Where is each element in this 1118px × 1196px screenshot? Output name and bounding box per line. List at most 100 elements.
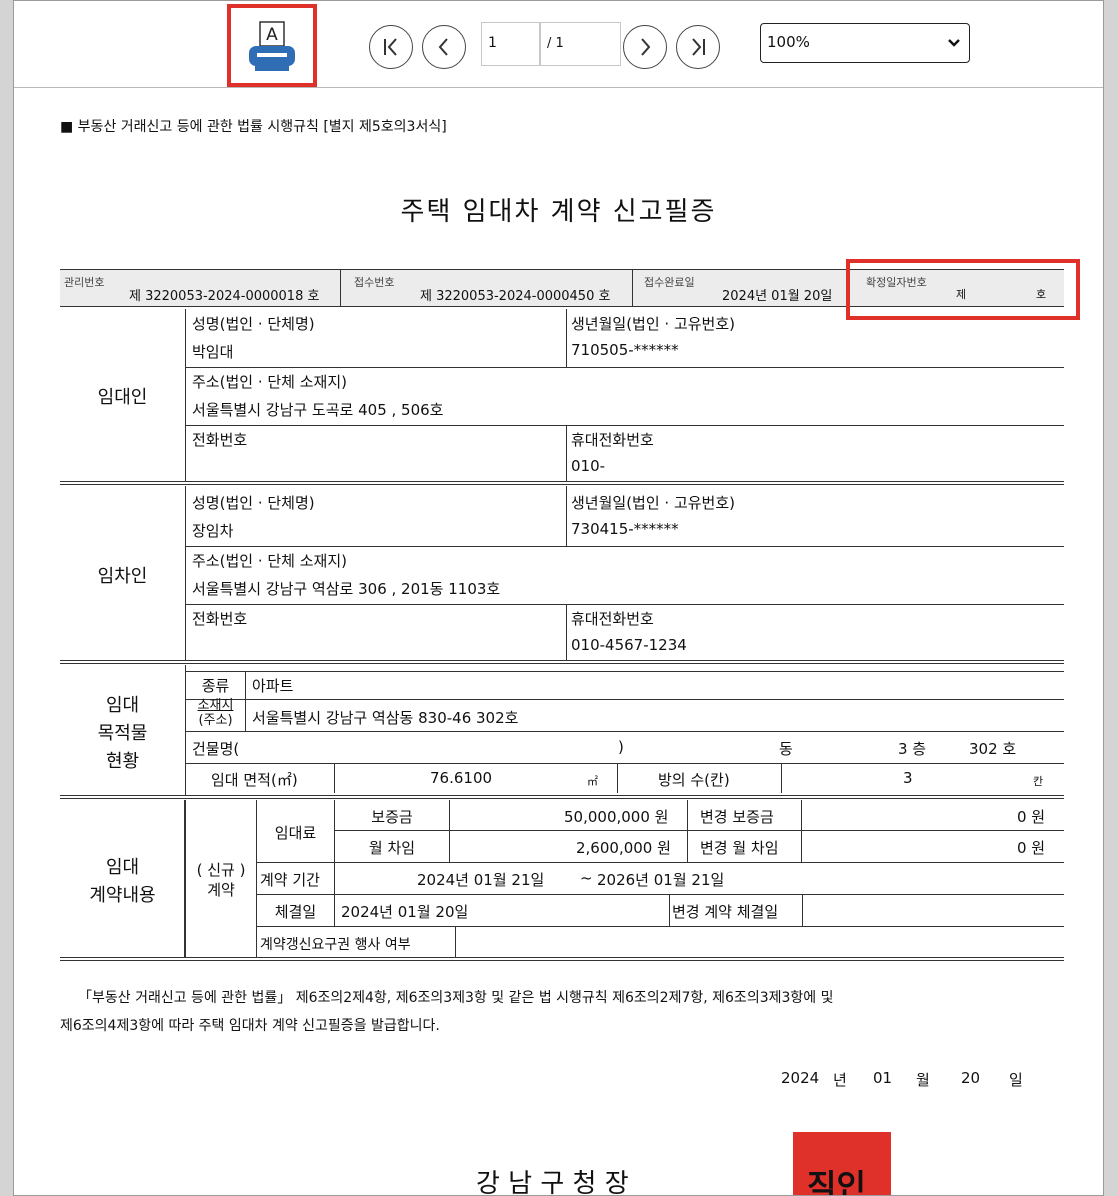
contract-period-label: 계약 기간	[260, 871, 320, 889]
property-type: 아파트	[252, 677, 294, 695]
lessee-birth-label: 생년월일(법인 · 고유번호)	[571, 494, 736, 512]
building-name-label: 건물명(	[192, 740, 240, 758]
legal-statement-line-1: 「부동산 거래신고 등에 관한 법률」 제6조의2제4항, 제6조의3제3항 및…	[78, 990, 834, 1006]
renewal-right-label: 계약갱신요구권 행사 여부	[260, 937, 411, 953]
lessor-address-label: 주소(법인 · 단체 소재지)	[192, 373, 347, 391]
prev-page-button[interactable]	[422, 25, 466, 69]
lessee-name: 장임차	[192, 522, 234, 540]
zoom-select[interactable]: 100%	[760, 23, 970, 63]
issue-month: 01	[873, 1069, 893, 1087]
lessor-label: 임대인	[97, 387, 148, 408]
property-type-label: 종류	[201, 677, 230, 695]
first-page-icon	[384, 38, 397, 56]
building-unit: 302 호	[969, 740, 1017, 758]
lessee-address-label: 주소(법인 · 단체 소재지)	[192, 552, 347, 570]
last-page-button[interactable]	[676, 25, 720, 69]
changed-deposit-value: 0 원	[1017, 808, 1046, 826]
lessee-mobile: 010-4567-1234	[571, 636, 687, 654]
building-floor: 3 층	[898, 740, 927, 758]
document-title: 주택 임대차 계약 신고필증	[400, 197, 717, 227]
lease-area-label: 임대 면적(㎡)	[211, 771, 298, 789]
monthly-rent-label: 월 차임	[368, 839, 416, 857]
lessee-birth: 730415-******	[571, 520, 679, 538]
lessor-birth: 710505-******	[571, 341, 679, 359]
lessor-phone-label: 전화번호	[192, 431, 248, 449]
lessor-birth-label: 생년월일(법인 · 고유번호)	[571, 315, 736, 333]
lessee-mobile-label: 휴대전화번호	[571, 610, 654, 628]
chevron-right-icon	[641, 38, 651, 56]
confirm-number-prefix: 제	[956, 288, 967, 301]
next-page-button[interactable]	[623, 25, 667, 69]
report-viewer: A 1 / 1 100% ■ 부동산 거래신고 등에 관한 법률 시행규칙 [별…	[13, 0, 1104, 1196]
property-label-2: 목적물	[97, 723, 148, 744]
property-location-label-2: (주소)	[198, 713, 233, 728]
room-count-label: 방의 수(칸)	[658, 771, 730, 789]
confirm-number-suffix: 호	[1036, 288, 1047, 301]
management-number: 제 3220053-2024-0000018 호	[129, 289, 320, 304]
page-total: / 1	[547, 36, 564, 51]
official-seal: 직인	[793, 1132, 891, 1196]
lessor-mobile-label: 휴대전화번호	[571, 431, 654, 449]
rent-label: 임대료	[274, 824, 317, 842]
deposit-value: 50,000,000 원	[564, 808, 669, 826]
building-name-close: )	[618, 738, 624, 756]
legal-statement-line-2: 제6조의4제3항에 따라 주택 임대차 계약 신고필증을 발급합니다.	[60, 1018, 440, 1034]
issue-day: 20	[961, 1069, 981, 1087]
receipt-done-label: 접수완료일	[644, 276, 695, 289]
confirm-number-label: 확정일자번호	[866, 276, 927, 289]
issue-year: 2024	[781, 1069, 820, 1087]
signed-date: 2024년 01월 20일	[341, 903, 469, 921]
changed-signed-date-label: 변경 계약 체결일	[672, 903, 779, 921]
page-current: 1	[488, 35, 497, 51]
changed-deposit-label: 변경 보증금	[700, 808, 774, 826]
room-count: 3	[903, 769, 913, 787]
issue-year-unit: 년	[833, 1071, 847, 1089]
zoom-value: 100%	[767, 33, 810, 51]
contract-period-separator: ~	[580, 869, 593, 887]
room-count-unit: 칸	[1033, 775, 1044, 788]
property-label-1: 임대	[105, 695, 140, 716]
building-dong-label: 동	[779, 740, 793, 758]
lessee-phone-label: 전화번호	[192, 610, 248, 628]
page-number-input[interactable]: 1	[481, 22, 540, 66]
svg-text:A: A	[266, 25, 278, 45]
contract-period-end: 2026년 01월 21일	[597, 871, 725, 889]
lease-area: 76.6100	[430, 769, 493, 787]
receipt-number-label: 접수번호	[354, 276, 395, 289]
contract-kind-2: 계약	[207, 881, 235, 899]
first-page-button[interactable]	[369, 25, 413, 69]
lessor-name-label: 성명(법인 · 단체명)	[192, 315, 315, 333]
print-button[interactable]: A	[244, 19, 300, 75]
signed-date-label: 체결일	[274, 903, 317, 921]
lessee-address: 서울특별시 강남구 역삼로 306 , 201동 1103호	[192, 580, 501, 598]
lessee-name-label: 성명(법인 · 단체명)	[192, 494, 315, 512]
contract-kind-1: ( 신규 )	[196, 861, 246, 879]
lessor-name: 박임대	[192, 343, 234, 361]
chevron-left-icon	[438, 38, 448, 56]
changed-monthly-rent-label: 변경 월 차임	[700, 839, 779, 857]
lease-area-unit: ㎡	[587, 775, 598, 788]
issue-day-unit: 일	[1009, 1071, 1023, 1089]
last-page-icon	[692, 38, 705, 56]
form-reference: ■ 부동산 거래신고 등에 관한 법률 시행규칙 [별지 제5호의3서식]	[60, 119, 447, 135]
property-location-label-1: 소재지	[197, 698, 234, 713]
page-total-field: / 1	[540, 22, 621, 66]
chevron-down-icon	[948, 39, 960, 47]
lessor-mobile: 010-	[571, 457, 606, 475]
contract-label-2: 계약내용	[89, 885, 156, 906]
changed-monthly-rent-value: 0 원	[1017, 839, 1046, 857]
lessee-label: 임차인	[97, 566, 148, 587]
receipt-done-date: 2024년 01월 20일	[722, 289, 833, 304]
contract-period-start: 2024년 01월 21일	[417, 871, 545, 889]
receipt-number: 제 3220053-2024-0000450 호	[420, 289, 611, 304]
property-label-3: 현황	[105, 751, 140, 772]
deposit-label: 보증금	[371, 808, 413, 826]
seal-text: 직인	[807, 1167, 866, 1196]
property-location: 서울특별시 강남구 역삼동 830-46 302호	[252, 709, 519, 727]
lessor-address: 서울특별시 강남구 도곡로 405 , 506호	[192, 401, 444, 419]
contract-label-1: 임대	[105, 857, 140, 878]
monthly-rent-value: 2,600,000 원	[576, 839, 671, 857]
printer-icon: A	[249, 21, 295, 71]
issue-month-unit: 월	[916, 1071, 930, 1089]
issuer-name: 강 남 구 청 장	[476, 1169, 629, 1196]
